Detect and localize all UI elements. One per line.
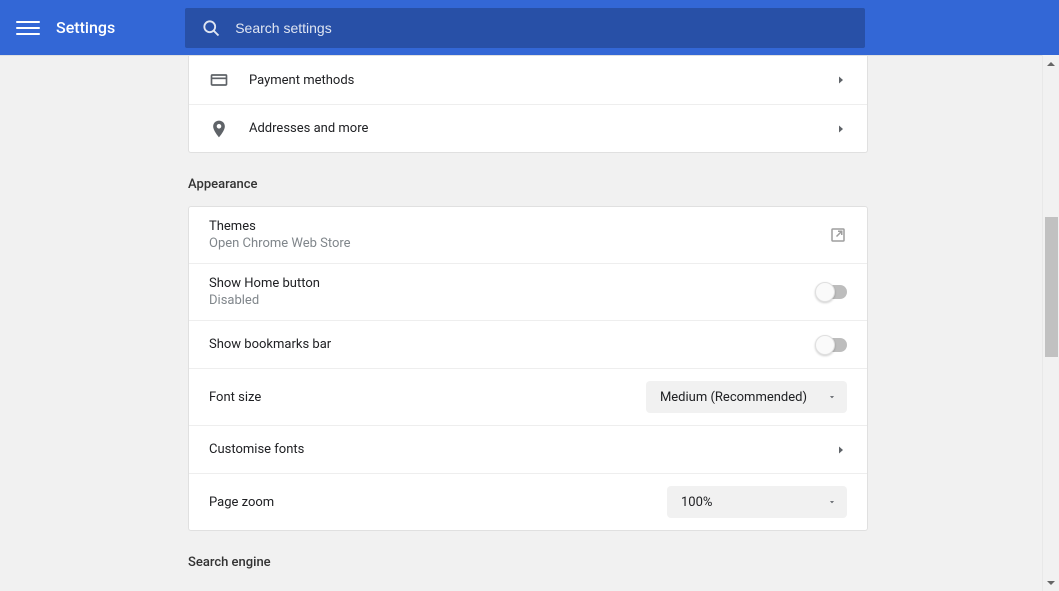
page-zoom-row: Page zoom 100%: [189, 473, 867, 530]
search-engine-section-title: Search engine: [188, 555, 868, 570]
font-size-row: Font size Medium (Recommended): [189, 368, 867, 425]
search-input[interactable]: [235, 20, 849, 36]
header: Settings: [0, 0, 1059, 55]
appearance-card: Themes Open Chrome Web Store Show Home b…: [188, 206, 868, 531]
arrow-down-icon: [1047, 581, 1055, 585]
bookmarks-bar-label: Show bookmarks bar: [209, 337, 817, 352]
themes-label: Themes: [209, 219, 829, 234]
menu-icon[interactable]: [16, 16, 40, 40]
home-button-sub: Disabled: [209, 293, 817, 308]
search-bar[interactable]: [185, 8, 865, 48]
themes-row[interactable]: Themes Open Chrome Web Store: [189, 207, 867, 263]
page-zoom-value: 100%: [681, 495, 712, 510]
customise-fonts-row[interactable]: Customise fonts: [189, 425, 867, 473]
page-zoom-select[interactable]: 100%: [667, 486, 847, 518]
addresses-label: Addresses and more: [249, 121, 835, 136]
scroll-thumb[interactable]: [1045, 217, 1058, 357]
page-title: Settings: [56, 18, 115, 37]
appearance-section-title: Appearance: [188, 177, 868, 192]
autofill-card: Payment methods Addresses and more: [188, 56, 868, 153]
chevron-right-icon: [835, 444, 847, 456]
themes-sub: Open Chrome Web Store: [209, 236, 829, 251]
scrollbar[interactable]: [1042, 55, 1059, 591]
scroll-track[interactable]: [1043, 72, 1059, 574]
payment-methods-row[interactable]: Payment methods: [189, 56, 867, 104]
location-icon: [209, 119, 229, 139]
payment-methods-label: Payment methods: [249, 73, 835, 88]
scroll-down-button[interactable]: [1043, 574, 1059, 591]
dropdown-icon: [827, 392, 837, 402]
chevron-right-icon: [835, 123, 847, 135]
customise-fonts-label: Customise fonts: [209, 442, 835, 457]
page-zoom-label: Page zoom: [209, 495, 667, 510]
font-size-label: Font size: [209, 390, 646, 405]
chevron-right-icon: [835, 74, 847, 86]
content-area: Payment methods Addresses and more Appea…: [0, 55, 1059, 591]
home-button-toggle[interactable]: [817, 285, 847, 299]
credit-card-icon: [209, 70, 229, 90]
open-external-icon: [829, 226, 847, 244]
scroll-up-button[interactable]: [1043, 55, 1059, 72]
search-icon: [201, 18, 221, 38]
font-size-value: Medium (Recommended): [660, 390, 807, 405]
font-size-select[interactable]: Medium (Recommended): [646, 381, 847, 413]
home-button-row: Show Home button Disabled: [189, 263, 867, 320]
bookmarks-bar-row: Show bookmarks bar: [189, 320, 867, 368]
arrow-up-icon: [1047, 62, 1055, 66]
bookmarks-bar-toggle[interactable]: [817, 338, 847, 352]
addresses-row[interactable]: Addresses and more: [189, 104, 867, 152]
dropdown-icon: [827, 497, 837, 507]
home-button-label: Show Home button: [209, 276, 817, 291]
